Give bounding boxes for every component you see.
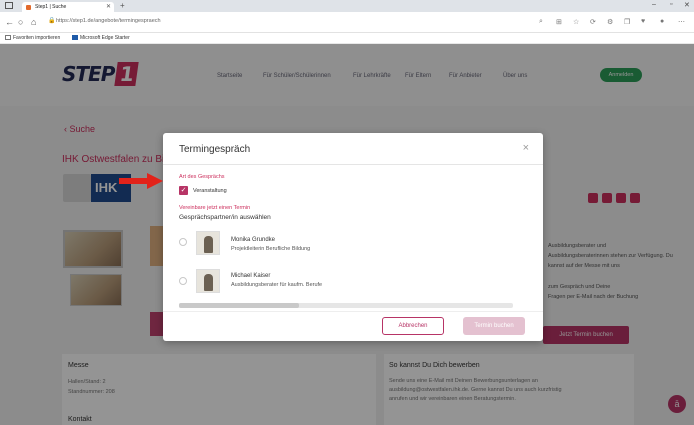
modal-footer: Abbrechen Termin buchen: [163, 311, 543, 341]
window-menu-icon[interactable]: [5, 2, 13, 9]
avatar: [196, 269, 220, 293]
close-icon[interactable]: ×: [523, 142, 529, 154]
bookmark-import[interactable]: Favoriten importieren: [5, 35, 60, 41]
scrollbar-thumb[interactable]: [179, 303, 299, 308]
browser-tab[interactable]: Step1 | Suche ✕: [22, 2, 114, 12]
tab-title: Step1 | Suche: [35, 4, 67, 10]
favorite-icon[interactable]: ☆: [573, 18, 579, 26]
annotation-arrow-icon: [119, 173, 163, 189]
person-name: Michael Kaiser: [231, 273, 271, 279]
modal-header: Termingespräch ×: [163, 133, 543, 165]
person-radio-2[interactable]: [179, 277, 187, 285]
new-tab-icon[interactable]: +: [120, 1, 125, 10]
lock-icon: 🔒: [48, 18, 56, 24]
more-icon[interactable]: ⋯: [678, 18, 685, 26]
appointment-label: Vereinbare jetzt einen Termin: [179, 205, 251, 211]
url-field[interactable]: https://step1.de/angebote/termingespraec…: [56, 18, 161, 24]
refresh-alt-icon[interactable]: ⟳: [590, 18, 596, 26]
bookmark-folder-icon: [5, 35, 11, 40]
address-bar: ← ○ ⌂ 🔒 https://step1.de/angebote/termin…: [0, 12, 694, 33]
profile-icon[interactable]: ●: [660, 18, 664, 25]
modal-title: Termingespräch: [179, 144, 251, 155]
person-name: Monika Grundke: [231, 237, 276, 243]
veranstaltung-checkbox[interactable]: ✓: [179, 186, 188, 195]
person-role: Ausbildungsberater für kaufm. Berufe: [231, 282, 323, 288]
horizontal-scrollbar[interactable]: [179, 303, 513, 308]
shield-icon[interactable]: ♥: [641, 18, 645, 25]
person-role: Projektleiterin Berufliche Bildung: [231, 246, 311, 252]
apps-icon[interactable]: ⊞: [556, 18, 562, 26]
close-window-icon[interactable]: ✕: [684, 1, 690, 9]
bookmarks-bar: Favoriten importieren Microsoft Edge Sta…: [0, 33, 694, 44]
minimize-icon[interactable]: –: [652, 1, 656, 8]
avatar: [196, 231, 220, 255]
person-radio-1[interactable]: [179, 238, 187, 246]
veranstaltung-label: Veranstaltung: [193, 188, 227, 194]
refresh-icon[interactable]: ○: [18, 17, 23, 27]
partner-select-label: Gesprächspartner/in auswählen: [179, 214, 271, 221]
maximize-icon[interactable]: ▫: [670, 1, 672, 8]
tab-favicon-icon: [26, 5, 31, 10]
bookmark-edge-icon: [72, 35, 78, 40]
cancel-button[interactable]: Abbrechen: [382, 317, 444, 335]
extensions-icon[interactable]: ⚙: [607, 18, 613, 26]
home-icon[interactable]: ⌂: [31, 17, 36, 27]
back-icon[interactable]: ←: [5, 17, 14, 27]
book-button[interactable]: Termin buchen: [463, 317, 525, 335]
tab-close-icon[interactable]: ✕: [106, 2, 111, 12]
appointment-modal: Termingespräch × Art des Gesprächs ✓ Ver…: [163, 133, 543, 341]
bookmark-edge[interactable]: Microsoft Edge Starter: [72, 35, 130, 41]
conversation-type-label: Art des Gesprächs: [179, 174, 225, 180]
collections-icon[interactable]: ❐: [624, 18, 630, 26]
read-aloud-icon[interactable]: ⌕: [539, 18, 543, 26]
browser-tab-bar: Step1 | Suche ✕ + – ▫ ✕: [0, 0, 694, 12]
